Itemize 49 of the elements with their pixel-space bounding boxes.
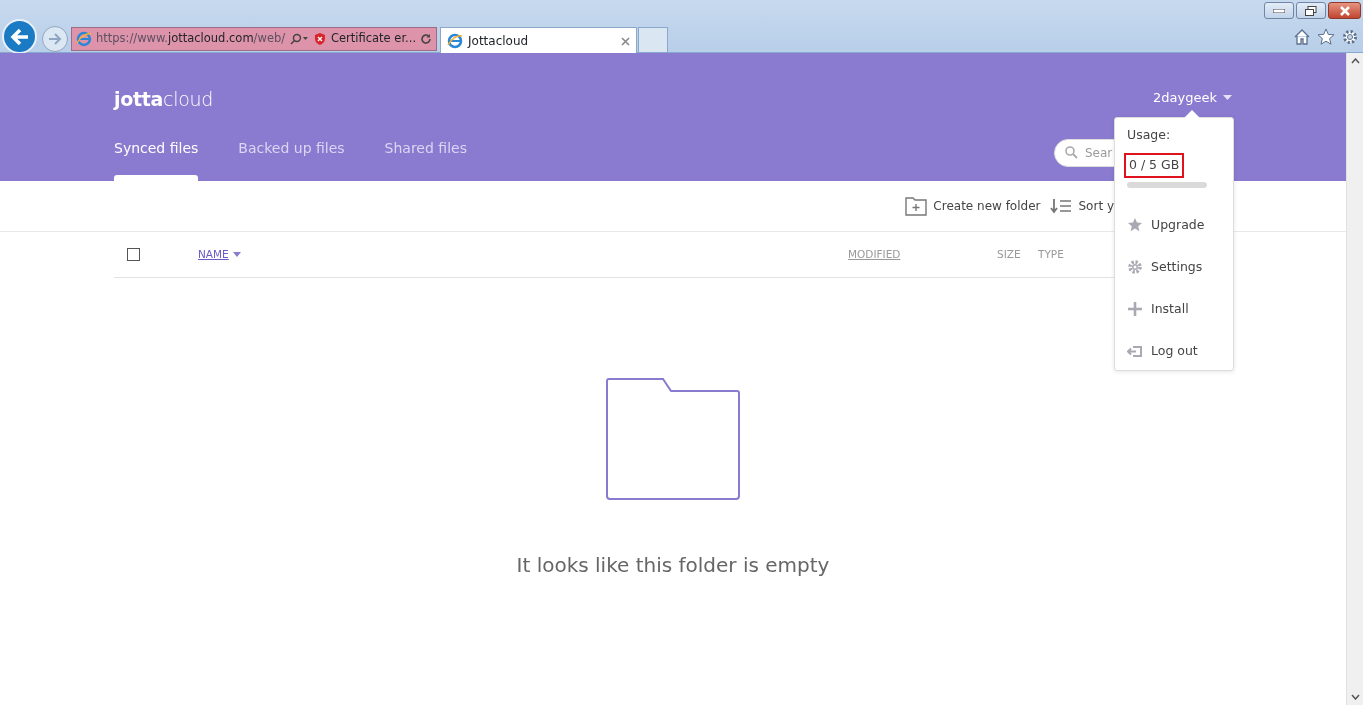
minimize-button[interactable] <box>1264 2 1294 19</box>
star-icon[interactable] <box>1317 28 1335 46</box>
menu-item[interactable]: Settings <box>1127 259 1203 275</box>
close-tab-icon[interactable] <box>621 36 630 46</box>
close-icon <box>1338 5 1351 16</box>
column-header[interactable]: NAME <box>198 246 241 263</box>
browser-logo-icon <box>447 33 463 49</box>
url-text: https://www.jottacloud.com/web/ <box>95 30 286 48</box>
back-button[interactable] <box>2 19 37 54</box>
restore-icon <box>1305 5 1317 16</box>
sort-icon <box>1050 198 1073 214</box>
empty-folder-message: It looks like this folder is empty <box>516 552 830 579</box>
logo[interactable]: jottacloud <box>114 85 213 114</box>
scroll-up-icon[interactable] <box>1351 58 1360 64</box>
menu-item[interactable]: Upgrade <box>1127 217 1205 233</box>
usage-label: Usage: <box>1127 126 1172 144</box>
scroll-down-icon[interactable] <box>1351 694 1360 700</box>
search-icon[interactable] <box>289 33 310 45</box>
folder-icon <box>605 378 741 500</box>
user-menu-button[interactable]: 2daygeek <box>1153 88 1232 108</box>
search-icon <box>1065 146 1078 159</box>
address-bar[interactable]: https://www.jottacloud.com/web/ Certificate er... <box>71 27 437 51</box>
plus-icon <box>1127 301 1143 317</box>
settings-icon[interactable] <box>1341 28 1359 46</box>
arrow-left-icon <box>9 27 30 46</box>
menu-item[interactable]: Log out <box>1127 343 1198 359</box>
select-all-checkbox[interactable] <box>127 248 140 261</box>
close-button[interactable] <box>1328 2 1361 19</box>
browser-tab[interactable]: Jottacloud <box>440 27 637 54</box>
sort-caret-icon <box>232 252 241 257</box>
folder-plus-icon <box>905 196 928 216</box>
certificate-error-text[interactable]: Certificate er... <box>330 30 417 48</box>
sort-button[interactable]: Sort y <box>1050 197 1114 215</box>
logout-icon <box>1127 343 1143 359</box>
arrow-right-icon <box>48 33 62 45</box>
nav-tab[interactable]: Synced files <box>114 138 199 181</box>
settings-icon <box>1127 259 1143 275</box>
menu-item[interactable]: Install <box>1127 301 1189 317</box>
scrollbar[interactable] <box>1346 53 1363 705</box>
browser-logo-icon <box>76 31 92 47</box>
star-icon <box>1127 217 1143 233</box>
error-shield-icon <box>313 32 327 46</box>
refresh-icon[interactable] <box>420 33 432 45</box>
restore-button[interactable] <box>1296 2 1326 19</box>
minimize-icon <box>1273 8 1285 13</box>
home-icon[interactable] <box>1293 28 1311 46</box>
caret-icon <box>1223 95 1232 101</box>
usage-value: 0 / 5 GB <box>1124 152 1185 178</box>
create-folder-button[interactable]: Create new folder <box>905 196 1041 216</box>
